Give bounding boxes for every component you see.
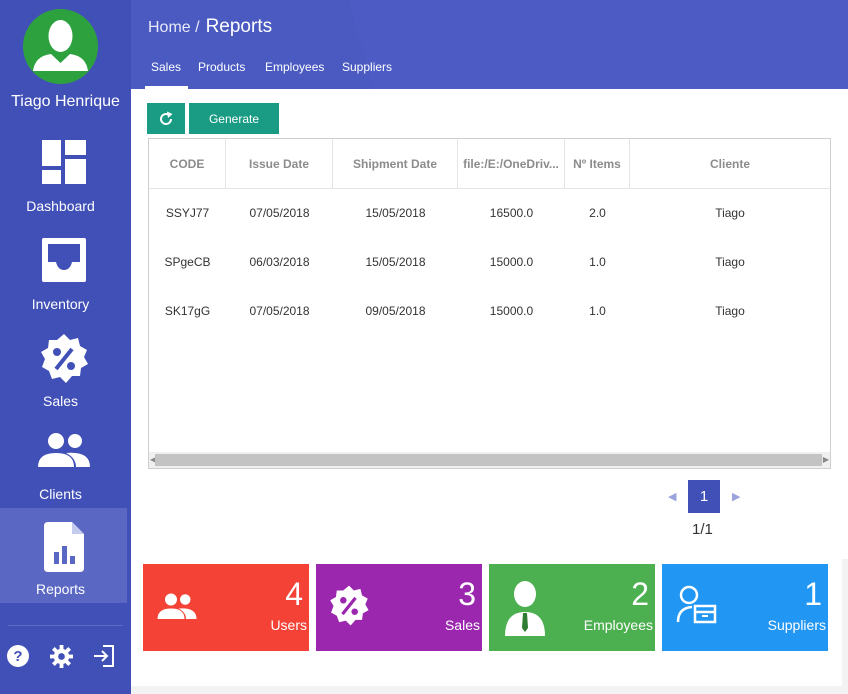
svg-text:?: ? xyxy=(13,648,22,665)
tab-products[interactable]: Products xyxy=(198,60,245,74)
prev-page-icon[interactable]: ◀ xyxy=(668,490,676,503)
stat-label: Employees xyxy=(583,617,653,633)
sales-table: CODE Issue Date Shipment Date file:/E:/O… xyxy=(148,138,831,469)
table-row[interactable]: SK17gG 07/05/2018 09/05/2018 15000.0 1.0… xyxy=(149,287,830,336)
cell-total: 16500.0 xyxy=(489,206,534,220)
column-header-total[interactable]: file:/E:/OneDriv... xyxy=(458,139,565,189)
cell-issue-date: 06/03/2018 xyxy=(249,255,310,269)
cell-total: 15000.0 xyxy=(489,255,534,269)
page-title: Reports xyxy=(205,16,273,37)
sidebar-item-inventory[interactable]: Inventory xyxy=(0,228,127,323)
column-header-shipment-date[interactable]: Shipment Date xyxy=(333,139,458,189)
sidebar-item-label: Clients xyxy=(39,486,82,502)
sidebar-item-label: Sales xyxy=(42,393,79,409)
column-header-issue-date[interactable]: Issue Date xyxy=(226,139,333,189)
stat-value: 2 xyxy=(631,576,649,612)
sidebar-item-label: Dashboard xyxy=(26,198,95,214)
stat-value: 1 xyxy=(804,576,822,612)
cell-shipment-date: 15/05/2018 xyxy=(365,255,426,269)
stat-label: Suppliers xyxy=(767,617,826,633)
supplier-icon xyxy=(676,585,717,624)
sidebar-item-clients[interactable]: Clients xyxy=(0,421,127,516)
cell-code: SSYJ77 xyxy=(165,206,210,220)
gear-icon[interactable] xyxy=(50,645,73,668)
inbox-icon xyxy=(41,238,86,282)
employee-icon xyxy=(505,581,545,636)
column-header-cliente[interactable]: Cliente xyxy=(630,139,830,189)
dashboard-icon xyxy=(41,140,86,184)
stat-card-sales[interactable]: 3 Sales xyxy=(316,564,482,651)
stat-value: 3 xyxy=(458,576,476,612)
stat-label: Users xyxy=(270,617,307,633)
page-header: Home / Reports Sales Products Employees S… xyxy=(131,0,848,89)
tab-suppliers[interactable]: Suppliers xyxy=(342,60,392,74)
sidebar-item-reports[interactable]: Reports xyxy=(0,508,127,603)
avatar[interactable] xyxy=(23,9,98,84)
tab-sales[interactable]: Sales xyxy=(144,60,189,89)
group-icon xyxy=(157,593,197,619)
discount-badge-icon xyxy=(330,585,369,626)
user-avatar-icon xyxy=(33,20,88,71)
cell-total: 15000.0 xyxy=(489,304,534,318)
cell-items: 1.0 xyxy=(589,304,606,318)
sidebar: Tiago Henrique Dashboard Inventory Sales xyxy=(0,0,131,694)
breadcrumb: Home / Reports xyxy=(148,16,272,38)
cell-cliente: Tiago xyxy=(715,304,745,318)
breadcrumb-home[interactable]: Home / xyxy=(148,19,200,36)
table-header: CODE Issue Date Shipment Date file:/E:/O… xyxy=(149,139,830,189)
generate-button[interactable]: Generate xyxy=(189,103,279,134)
cell-items: 2.0 xyxy=(589,206,606,220)
cell-code: SPgeCB xyxy=(164,255,211,269)
table-row[interactable]: SSYJ77 07/05/2018 15/05/2018 16500.0 2.0… xyxy=(149,189,830,238)
table-row[interactable]: SPgeCB 06/03/2018 15/05/2018 15000.0 1.0… xyxy=(149,238,830,287)
horizontal-scrollbar[interactable]: ◀ ▶ xyxy=(149,452,830,468)
stat-card-users[interactable]: 4 Users xyxy=(143,564,309,651)
cell-shipment-date: 15/05/2018 xyxy=(365,206,426,220)
stat-label: Sales xyxy=(444,617,480,633)
discount-badge-icon xyxy=(40,334,88,383)
page-info: 1/1 xyxy=(692,521,713,538)
tab-employees[interactable]: Employees xyxy=(265,60,324,74)
stat-value: 4 xyxy=(285,576,303,612)
sidebar-item-label: Inventory xyxy=(31,296,90,312)
user-name: Tiago Henrique xyxy=(11,93,120,110)
cell-cliente: Tiago xyxy=(715,206,745,220)
cell-items: 1.0 xyxy=(589,255,606,269)
sidebar-divider xyxy=(8,625,123,626)
cell-cliente: Tiago xyxy=(715,255,745,269)
group-icon xyxy=(37,433,90,467)
next-page-icon[interactable]: ▶ xyxy=(732,490,740,503)
sidebar-item-label: Reports xyxy=(35,581,86,597)
refresh-button[interactable] xyxy=(147,103,185,134)
cell-issue-date: 07/05/2018 xyxy=(249,304,310,318)
page-button[interactable]: 1 xyxy=(688,480,720,513)
scroll-right-icon[interactable]: ▶ xyxy=(823,455,829,464)
stat-card-suppliers[interactable]: 1 Suppliers xyxy=(662,564,828,651)
stat-card-employees[interactable]: 2 Employees xyxy=(489,564,655,651)
cell-code: SK17gG xyxy=(164,304,211,318)
help-icon[interactable]: ? xyxy=(7,645,29,667)
column-header-items[interactable]: Nº Items xyxy=(565,139,630,189)
cell-issue-date: 07/05/2018 xyxy=(249,206,310,220)
column-header-code[interactable]: CODE xyxy=(149,139,226,189)
refresh-icon xyxy=(160,111,173,125)
logout-icon[interactable] xyxy=(93,645,115,667)
report-panel: Generate CODE Issue Date Shipment Date f… xyxy=(131,89,848,559)
sidebar-item-dashboard[interactable]: Dashboard xyxy=(0,130,127,225)
report-chart-icon xyxy=(43,522,84,572)
cell-shipment-date: 09/05/2018 xyxy=(365,304,426,318)
sidebar-item-sales[interactable]: Sales xyxy=(0,326,127,421)
scrollbar-thumb[interactable] xyxy=(155,454,822,466)
